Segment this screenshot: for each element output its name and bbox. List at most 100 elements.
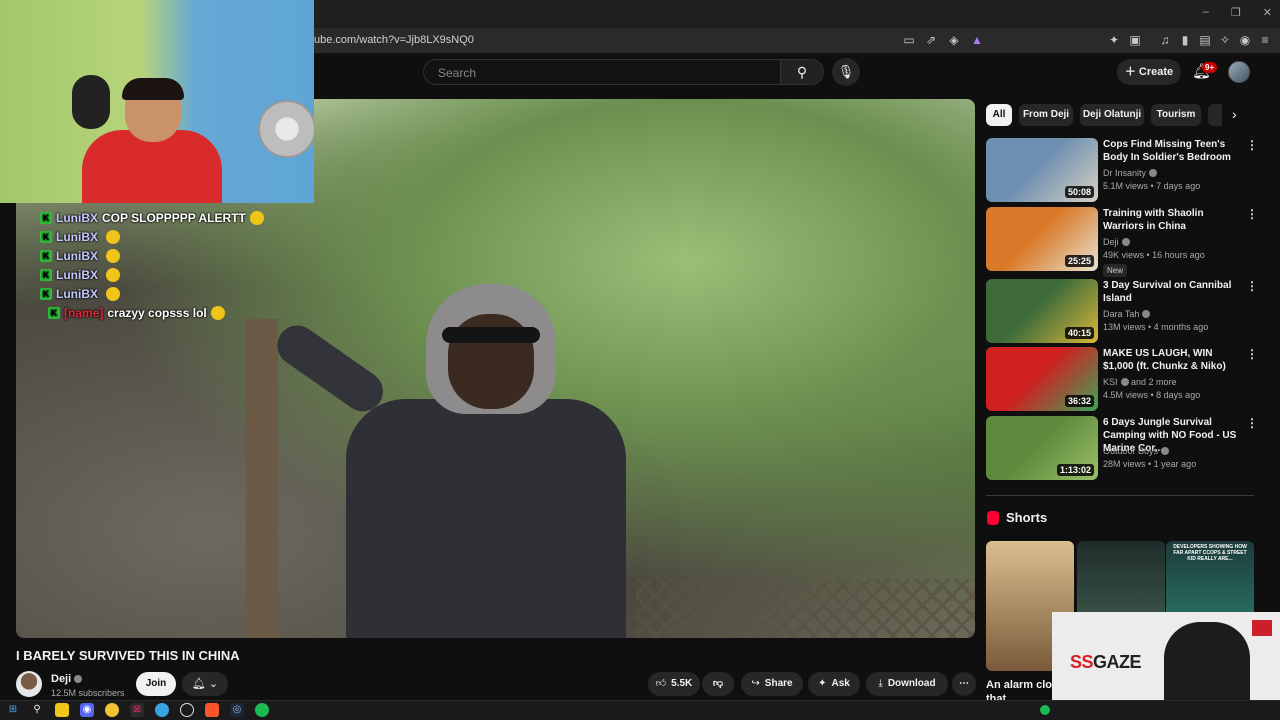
discord-icon[interactable]: ◉ <box>80 703 94 717</box>
url-text[interactable]: ube.com/watch?v=Jjb8LX9sNQ0 <box>314 34 474 46</box>
like-button[interactable]: 👍︎ 5.5K <box>648 672 700 696</box>
channel-avatar[interactable] <box>16 671 42 697</box>
shorts-heading: Shorts <box>1006 510 1048 525</box>
related-channel[interactable]: Dara Tah <box>1103 309 1151 319</box>
related-video-title[interactable]: Cops Find Missing Teen's Body In Soldier… <box>1103 138 1241 164</box>
related-video-item[interactable]: 36:32 MAKE US LAUGH, WIN $1,000 (ft. Chun… <box>986 347 1258 413</box>
dislike-button[interactable]: 👎︎ <box>702 672 734 696</box>
chat-username: LuniBX <box>56 267 98 282</box>
divider <box>986 495 1254 496</box>
share-page-icon[interactable]: ⇗ <box>924 33 938 47</box>
verified-icon <box>1120 378 1129 386</box>
more-vert-icon[interactable]: ⋮ <box>1246 279 1258 293</box>
steam-icon[interactable]: ◎ <box>230 703 244 717</box>
cast-icon[interactable]: ▭ <box>902 33 916 47</box>
chip-from-deji[interactable]: From Deji <box>1019 104 1073 126</box>
chip-tourism[interactable]: Tourism <box>1151 104 1201 126</box>
chip-deji-olatunji[interactable]: Deji Olatunji <box>1080 104 1144 126</box>
related-video-title[interactable]: Training with Shaolin Warriors in China <box>1103 207 1241 233</box>
file-explorer-icon[interactable] <box>55 703 69 717</box>
share-button[interactable]: ↪ Share <box>741 672 803 696</box>
screenshot-icon[interactable]: ▣ <box>1128 33 1142 47</box>
related-video-item[interactable]: 25:25 Training with Shaolin Warriors in C… <box>986 207 1258 277</box>
chat-username: LuniBX <box>56 248 98 263</box>
minimize-button[interactable]: – <box>1203 6 1209 19</box>
verified-icon <box>1121 238 1130 246</box>
streamer-webcam <box>0 0 314 203</box>
download-button[interactable]: ⤓ Download <box>866 672 948 696</box>
thumbs-up-icon: 👍︎ <box>655 678 667 689</box>
video-rope-bridge <box>636 579 975 638</box>
related-video-item[interactable]: 40:15 3 Day Survival on Cannibal Island Da… <box>986 279 1258 345</box>
voice-search-button[interactable]: 🎙︎ <box>832 58 860 86</box>
more-vert-icon[interactable]: ⋮ <box>1246 416 1258 430</box>
music-icon[interactable]: ♫ <box>1158 33 1172 47</box>
related-channel[interactable]: Dr Insanity <box>1103 168 1158 178</box>
tray-status-icon[interactable] <box>1040 705 1050 715</box>
related-channel[interactable]: Deji <box>1103 237 1130 247</box>
chip-all[interactable]: All <box>986 104 1012 126</box>
extensions-icon[interactable]: ✦ <box>1107 33 1121 47</box>
app-icon[interactable]: ⊠ <box>130 703 144 717</box>
shield-icon[interactable]: ◈ <box>947 33 961 47</box>
related-meta: 28M views • 1 year ago <box>1103 459 1197 469</box>
related-video-item[interactable]: 1:13:02 6 Days Jungle Survival Camping wi… <box>986 416 1258 482</box>
chip-partial[interactable] <box>1208 104 1222 126</box>
more-vert-icon[interactable]: ⋮ <box>1246 207 1258 221</box>
wallet-icon[interactable]: ▤ <box>1198 33 1212 47</box>
video-thumbnail[interactable]: 1:13:02 <box>986 416 1098 480</box>
join-button[interactable]: Join <box>136 672 176 696</box>
chat-badge-icon: K <box>40 268 52 281</box>
verified-icon <box>1149 169 1158 177</box>
shorts-icon <box>987 511 999 525</box>
search-box[interactable] <box>423 59 781 86</box>
related-video-title[interactable]: 3 Day Survival on Cannibal Island <box>1103 279 1241 305</box>
ai-icon[interactable]: ✧ <box>1218 33 1232 47</box>
chat-badge-icon: K <box>40 249 52 262</box>
tweetdeck-icon[interactable] <box>155 703 169 717</box>
obs-icon[interactable] <box>180 703 194 717</box>
sparkle-icon: ✦ <box>818 678 827 689</box>
video-thumbnail[interactable]: 50:08 <box>986 138 1098 202</box>
search-taskbar-icon[interactable]: ⚲ <box>30 703 44 717</box>
sidebar-icon[interactable]: ▮ <box>1178 33 1192 47</box>
video-thumbnail[interactable]: 36:32 <box>986 347 1098 411</box>
related-meta: 13M views • 4 months ago <box>1103 322 1209 332</box>
chevron-right-icon[interactable]: › <box>1232 106 1237 122</box>
rewards-icon[interactable]: ▲ <box>970 33 984 47</box>
video-thumbnail[interactable]: 25:25 <box>986 207 1098 271</box>
vpn-icon[interactable]: ◉ <box>1238 33 1252 47</box>
chat-message: K LuniBX <box>40 284 280 303</box>
related-video-item[interactable]: 50:08 Cops Find Missing Teen's Body In So… <box>986 138 1258 204</box>
search-input[interactable] <box>424 60 780 86</box>
download-icon: ⤓ <box>878 678 883 689</box>
video-thumbnail[interactable]: 40:15 <box>986 279 1098 343</box>
related-channel[interactable]: KSI and 2 more <box>1103 377 1177 387</box>
user-avatar[interactable] <box>1228 61 1250 83</box>
related-channel[interactable]: Outdoor Boys <box>1103 446 1170 456</box>
webcam-person-hair <box>122 78 184 100</box>
chat-username: LuniBX <box>56 229 98 244</box>
spotify-icon[interactable] <box>255 703 269 717</box>
more-vert-icon[interactable]: ⋮ <box>1246 138 1258 152</box>
maximize-button[interactable]: ❐ <box>1231 6 1241 19</box>
close-window-button[interactable]: ✕ <box>1263 6 1272 19</box>
create-button[interactable]: ＋ Create <box>1117 59 1181 85</box>
duration-badge: 25:25 <box>1064 255 1094 267</box>
menu-icon[interactable]: ≡ <box>1258 33 1272 47</box>
ask-button[interactable]: ✦ Ask <box>808 672 860 696</box>
video-title: I BARELY SURVIVED THIS IN CHINA <box>16 648 240 663</box>
chrome-icon[interactable] <box>105 703 119 717</box>
subscription-bell-button[interactable]: 🔔︎ ⌄ <box>182 672 228 696</box>
related-video-title[interactable]: MAKE US LAUGH, WIN $1,000 (ft. Chunkz & … <box>1103 347 1241 373</box>
search-button[interactable]: ⚲ <box>780 59 824 85</box>
thumbs-down-icon: 👎︎ <box>712 678 724 689</box>
brave-icon[interactable] <box>205 703 219 717</box>
channel-name[interactable]: Deji <box>51 673 83 685</box>
emote-icon <box>106 286 120 301</box>
duration-badge: 40:15 <box>1064 327 1094 339</box>
verified-icon <box>1142 310 1151 318</box>
more-vert-icon[interactable]: ⋮ <box>1246 347 1258 361</box>
windows-start-icon[interactable]: ⊞ <box>6 703 20 717</box>
more-actions-button[interactable]: ⋯ <box>952 672 976 696</box>
